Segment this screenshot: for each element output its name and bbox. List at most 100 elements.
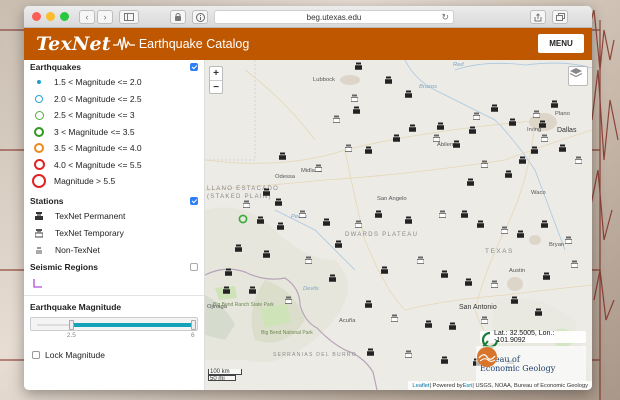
minimize-window-button[interactable] — [46, 12, 55, 21]
station-marker[interactable] — [425, 320, 432, 328]
station-marker[interactable] — [467, 178, 474, 186]
close-window-button[interactable] — [32, 12, 41, 21]
station-marker[interactable] — [511, 296, 518, 304]
seismic-regions-checkbox[interactable] — [190, 262, 198, 271]
layers-button[interactable] — [568, 66, 588, 86]
station-marker[interactable] — [335, 240, 342, 248]
station-marker[interactable] — [351, 94, 358, 102]
station-marker[interactable] — [323, 218, 330, 226]
station-marker[interactable] — [539, 120, 546, 128]
esri-link[interactable]: Esri — [463, 383, 473, 389]
privacy-button[interactable] — [170, 10, 186, 24]
zoom-in-button[interactable]: + — [210, 67, 222, 80]
station-marker[interactable] — [433, 134, 440, 142]
beg-logo[interactable]: Bureau of Economic Geology — [476, 346, 586, 382]
station-marker[interactable] — [543, 272, 550, 280]
station-marker[interactable] — [275, 198, 282, 206]
station-marker[interactable] — [277, 222, 284, 230]
station-marker[interactable] — [393, 134, 400, 142]
station-marker[interactable] — [417, 256, 424, 264]
station-marker[interactable] — [235, 244, 242, 252]
station-marker[interactable] — [481, 316, 488, 324]
forward-button[interactable]: › — [97, 9, 113, 24]
station-marker[interactable] — [441, 270, 448, 278]
station-marker[interactable] — [535, 308, 542, 316]
station-marker[interactable] — [509, 118, 516, 126]
station-marker[interactable] — [461, 210, 468, 218]
menu-button[interactable]: MENU — [538, 34, 584, 53]
station-marker[interactable] — [505, 170, 512, 178]
station-marker[interactable] — [575, 156, 582, 164]
station-marker[interactable] — [381, 266, 388, 274]
reload-icon[interactable]: ↻ — [441, 12, 449, 23]
station-marker[interactable] — [473, 112, 480, 120]
station-marker[interactable] — [355, 62, 362, 70]
station-marker[interactable] — [305, 256, 312, 264]
lock-magnitude-checkbox[interactable] — [32, 350, 40, 359]
station-marker[interactable] — [533, 110, 540, 118]
station-marker[interactable] — [385, 76, 392, 84]
station-marker[interactable] — [519, 156, 526, 164]
station-marker[interactable] — [517, 230, 524, 238]
station-marker[interactable] — [263, 188, 270, 196]
sidebar-toggle-button[interactable] — [119, 9, 139, 24]
station-marker[interactable] — [559, 144, 566, 152]
station-marker[interactable] — [405, 90, 412, 98]
station-marker[interactable] — [541, 134, 548, 142]
zoom-out-button[interactable]: − — [210, 80, 222, 93]
station-marker[interactable] — [531, 146, 538, 154]
station-marker[interactable] — [257, 216, 264, 224]
station-marker[interactable] — [365, 300, 372, 308]
station-marker[interactable] — [449, 322, 456, 330]
earthquake-marker[interactable] — [238, 214, 248, 224]
station-marker[interactable] — [375, 210, 382, 218]
station-marker[interactable] — [409, 124, 416, 132]
station-marker[interactable] — [405, 216, 412, 224]
station-marker[interactable] — [491, 280, 498, 288]
station-marker[interactable] — [333, 115, 340, 123]
stations-checkbox[interactable] — [190, 196, 198, 205]
slider-min-handle[interactable] — [68, 319, 74, 330]
station-marker[interactable] — [571, 260, 578, 268]
slider-max-handle[interactable] — [191, 319, 196, 330]
station-marker[interactable] — [365, 146, 372, 154]
leaflet-link[interactable]: Leaflet — [412, 383, 429, 389]
station-marker[interactable] — [299, 210, 306, 218]
station-marker[interactable] — [439, 210, 446, 218]
back-button[interactable]: ‹ — [79, 9, 95, 24]
station-marker[interactable] — [453, 140, 460, 148]
station-marker[interactable] — [469, 126, 476, 134]
station-marker[interactable] — [223, 286, 230, 294]
lock-magnitude-row[interactable]: Lock Magnitude — [24, 349, 204, 361]
station-marker[interactable] — [405, 350, 412, 358]
station-marker[interactable] — [279, 152, 286, 160]
station-marker[interactable] — [367, 348, 374, 356]
station-marker[interactable] — [491, 104, 498, 112]
magnitude-slider[interactable] — [30, 316, 198, 331]
station-marker[interactable] — [243, 200, 250, 208]
station-marker[interactable] — [263, 250, 270, 258]
station-marker[interactable] — [315, 164, 322, 172]
station-marker[interactable] — [541, 220, 548, 228]
fullscreen-window-button[interactable] — [60, 12, 69, 21]
station-marker[interactable] — [345, 144, 352, 152]
station-marker[interactable] — [477, 220, 484, 228]
station-marker[interactable] — [355, 220, 362, 228]
station-marker[interactable] — [551, 100, 558, 108]
station-marker[interactable] — [353, 106, 360, 114]
station-marker[interactable] — [565, 236, 572, 244]
station-marker[interactable] — [391, 314, 398, 322]
map-view[interactable]: LLANO ESTACADO (STAKED PLAIN) DWARDS PLA… — [205, 60, 592, 390]
station-marker[interactable] — [501, 226, 508, 234]
station-marker[interactable] — [329, 274, 336, 282]
station-marker[interactable] — [465, 278, 472, 286]
address-bar[interactable]: beg.utexas.edu ↻ — [214, 10, 454, 24]
station-marker[interactable] — [249, 286, 256, 294]
info-button[interactable] — [192, 10, 208, 24]
station-marker[interactable] — [225, 268, 232, 276]
station-marker[interactable] — [285, 296, 292, 304]
earthquakes-checkbox[interactable] — [190, 63, 198, 71]
station-marker[interactable] — [437, 122, 444, 130]
share-button[interactable] — [530, 10, 546, 24]
texnet-logo[interactable]: TexNet — [36, 33, 111, 55]
